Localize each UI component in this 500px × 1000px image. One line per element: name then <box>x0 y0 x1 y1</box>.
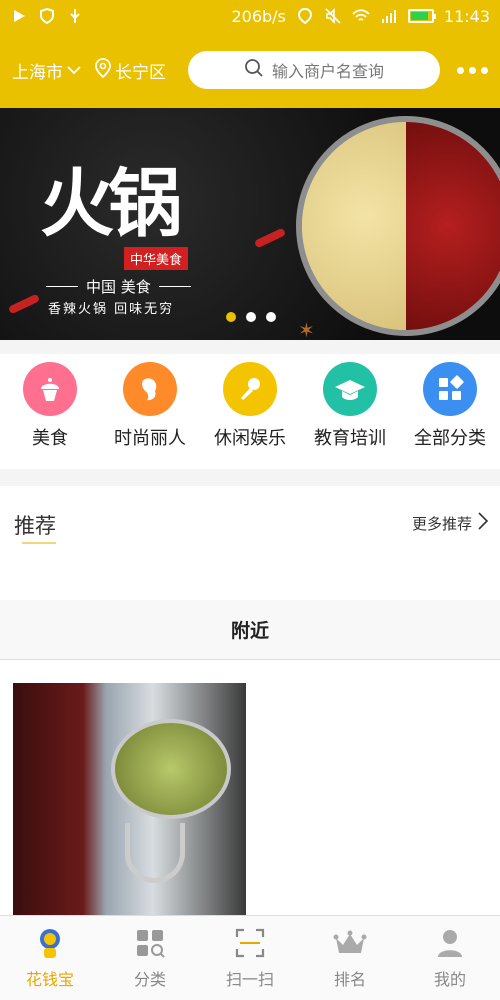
tab-scan[interactable]: 扫一扫 <box>200 916 300 1000</box>
tab-ranking[interactable]: 排名 <box>300 916 400 1000</box>
category-beauty[interactable]: 时尚丽人 <box>100 362 200 450</box>
category-label: 时尚丽人 <box>114 428 186 449</box>
merchant-photo[interactable] <box>13 683 246 915</box>
mute-icon <box>324 7 342 25</box>
banner-slogan: 香辣火锅 回味无穷 <box>48 302 175 317</box>
status-bar: 206b/s 11:43 <box>0 0 500 32</box>
banner-subtitle: 中国 美食 <box>46 276 191 297</box>
more-recommend-link[interactable]: 更多推荐 <box>412 512 489 534</box>
bottom-tab-bar: 花钱宝 分类 扫一扫 排名 我的 <box>0 915 500 1000</box>
search-input[interactable]: 输入商户名查询 <box>188 51 440 89</box>
tab-label: 花钱宝 <box>25 970 74 989</box>
search-placeholder: 输入商户名查询 <box>271 62 384 81</box>
microphone-icon <box>223 362 277 416</box>
promo-banner[interactable]: ✶ ✶ 火锅 中华美食 中国 美食 香辣火锅 回味无穷 <box>0 108 500 340</box>
tab-label: 扫一扫 <box>225 970 274 989</box>
carousel-dot[interactable] <box>226 312 236 322</box>
recommend-title: 推荐 <box>14 514 56 538</box>
carousel-indicator[interactable] <box>226 312 276 322</box>
usb-icon <box>66 7 84 25</box>
tab-label: 排名 <box>333 970 366 989</box>
category-entertainment[interactable]: 休闲娱乐 <box>200 362 300 450</box>
chevron-right-icon <box>478 512 489 534</box>
category-all[interactable]: 全部分类 <box>400 362 500 450</box>
category-label: 美食 <box>32 428 68 449</box>
recommend-section: 推荐 更多推荐 <box>0 486 500 600</box>
tab-label: 分类 <box>133 970 166 989</box>
category-education[interactable]: 教育培训 <box>300 362 400 450</box>
lady-face-icon <box>123 362 177 416</box>
clock: 11:43 <box>443 6 490 26</box>
category-grid: 美食 时尚丽人 休闲娱乐 教育培训 全部分类 <box>0 354 500 469</box>
more-icon[interactable] <box>457 66 488 74</box>
district-selector[interactable]: 长宁区 <box>95 57 166 83</box>
category-label: 休闲娱乐 <box>214 428 286 449</box>
carousel-dot[interactable] <box>246 312 256 322</box>
crown-icon <box>333 926 367 960</box>
tab-label: 我的 <box>433 970 466 989</box>
tab-category[interactable]: 分类 <box>100 916 200 1000</box>
graduation-cap-icon <box>323 362 377 416</box>
category-grid-icon <box>133 926 167 960</box>
shield-icon <box>38 7 56 25</box>
hotpot-image <box>296 116 500 336</box>
network-speed: 206b/s <box>231 6 286 26</box>
title-underline <box>22 542 56 544</box>
wifi-icon <box>352 7 370 25</box>
search-icon <box>244 58 264 82</box>
user-icon <box>433 926 467 960</box>
category-label: 全部分类 <box>414 428 486 449</box>
nearby-header: 附近 <box>0 600 500 660</box>
battery-icon <box>407 9 436 23</box>
category-label: 教育培训 <box>314 428 386 449</box>
app-screen: 206b/s 11:43 上海市 长宁区 输入商户名查询 ✶ 火锅 中华美食 中… <box>0 0 500 1000</box>
city-label: 上海市 <box>12 62 63 83</box>
city-selector[interactable]: 上海市 <box>12 58 81 83</box>
scan-icon <box>233 926 267 960</box>
play-icon <box>10 7 28 25</box>
top-header: 上海市 长宁区 输入商户名查询 <box>0 32 500 108</box>
banner-tag: 中华美食 <box>124 247 189 270</box>
location-icon <box>296 7 314 25</box>
district-label: 长宁区 <box>115 62 166 83</box>
chevron-down-icon <box>67 60 81 80</box>
carousel-dot[interactable] <box>266 312 276 322</box>
tab-profile[interactable]: 我的 <box>400 916 500 1000</box>
nearby-list <box>0 660 500 915</box>
signal-icon <box>380 7 398 25</box>
location-pin-icon <box>95 57 111 83</box>
grid-icon <box>423 362 477 416</box>
banner-title: 火锅 <box>40 161 182 247</box>
cupcake-icon <box>23 362 77 416</box>
nearby-title: 附近 <box>230 620 269 642</box>
tab-home[interactable]: 花钱宝 <box>0 916 100 1000</box>
mascot-icon <box>33 926 67 960</box>
category-food[interactable]: 美食 <box>0 362 100 450</box>
